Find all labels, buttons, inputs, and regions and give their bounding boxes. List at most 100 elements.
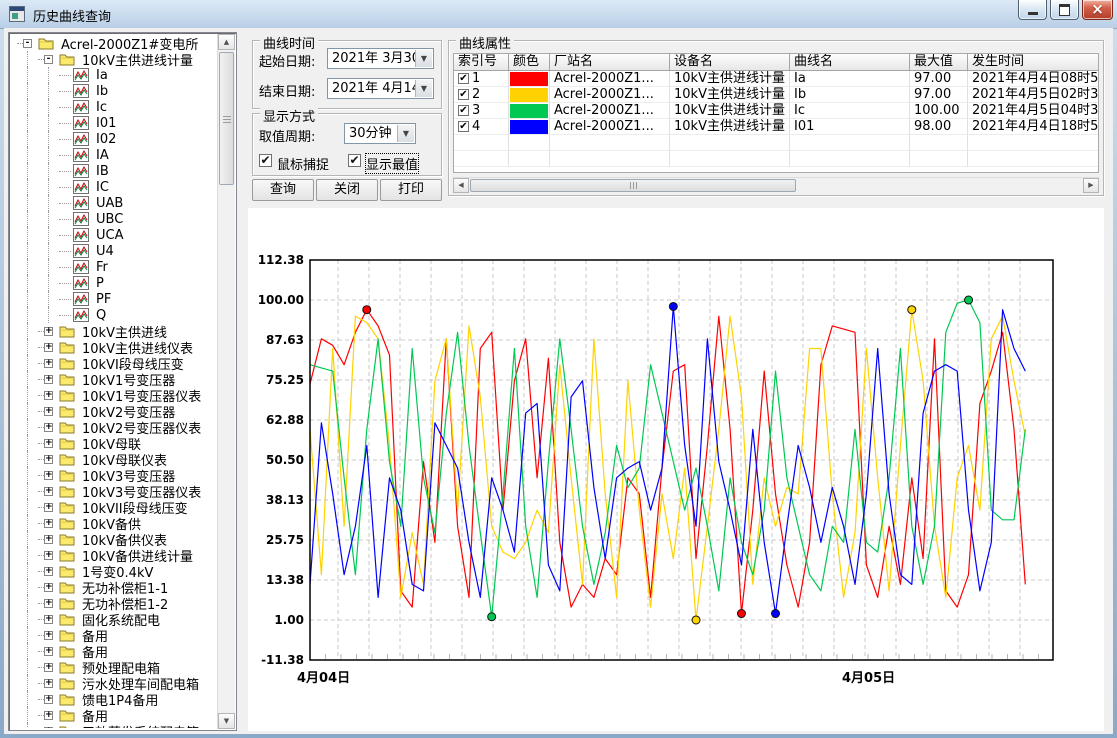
column-header-3[interactable]: 厂站名 — [550, 54, 670, 71]
mouse-capture-checkbox[interactable]: ✔ — [259, 154, 272, 167]
curve-visible-checkbox[interactable]: ✔ — [458, 73, 469, 84]
table-scroll-right-button[interactable]: ▶ — [1083, 178, 1099, 193]
expand-icon[interactable]: + — [44, 471, 53, 480]
expand-icon[interactable]: + — [44, 711, 53, 720]
tree-item-IB[interactable]: IB — [11, 163, 217, 179]
tree-item-IA[interactable]: IA — [11, 147, 217, 163]
tree-expand-toggle[interactable]: + — [38, 675, 59, 691]
column-header-2[interactable]: 颜色 — [509, 54, 550, 71]
column-header-5[interactable]: 曲线名 — [790, 54, 910, 71]
curve-visible-checkbox[interactable]: ✔ — [458, 121, 469, 132]
expand-icon[interactable]: + — [44, 391, 53, 400]
tree-expand-toggle[interactable]: + — [38, 355, 59, 371]
curve-visible-checkbox[interactable]: ✔ — [458, 105, 469, 116]
expand-icon[interactable]: + — [44, 375, 53, 384]
expand-icon[interactable]: + — [44, 567, 53, 576]
window-titlebar[interactable]: 历史曲线查询 × — [0, 0, 1117, 29]
tree-scroll-up-button[interactable]: ▲ — [218, 34, 235, 50]
tree-expand-toggle[interactable]: + — [38, 723, 59, 728]
tree-item-I01[interactable]: I01 — [11, 115, 217, 131]
curve-visible-checkbox[interactable]: ✔ — [458, 89, 469, 100]
tree-expand-toggle[interactable]: + — [38, 547, 59, 563]
period-select[interactable]: 30分钟 ▼ — [344, 123, 416, 144]
tree-expand-toggle[interactable]: + — [38, 627, 59, 643]
tree-expand-toggle[interactable]: + — [38, 595, 59, 611]
expand-icon[interactable]: + — [44, 359, 53, 368]
tree-item-10kV主供进线计量[interactable]: -10kV主供进线计量 — [11, 51, 217, 67]
expand-icon[interactable]: + — [44, 599, 53, 608]
tree-scroll-thumb[interactable] — [219, 52, 234, 185]
curve-row-Ib[interactable]: ✔2Acrel-2000Z1...10kV主供进线计量Ib97.002021年4… — [454, 87, 1098, 103]
expand-icon[interactable]: + — [44, 535, 53, 544]
show-extremes-checkbox[interactable]: ✔ — [348, 154, 361, 167]
print-button[interactable]: 打印 — [380, 179, 442, 201]
curve-table[interactable]: 索引号颜色厂站名设备名曲线名最大值发生时间 ✔1Acrel-2000Z1...1… — [453, 53, 1099, 173]
tree-item-馈电1P4备用[interactable]: +馈电1P4备用 — [11, 691, 217, 707]
expand-icon[interactable]: + — [44, 423, 53, 432]
end-date-select[interactable]: 2021年 4月14 ▼ — [327, 78, 434, 99]
minimize-button[interactable] — [1018, 0, 1047, 20]
tree-item-备用[interactable]: +备用 — [11, 627, 217, 643]
curve-row-I01[interactable]: ✔4Acrel-2000Z1...10kV主供进线计量I0198.002021年… — [454, 119, 1098, 135]
tree-item-Ia[interactable]: Ia — [11, 67, 217, 83]
expand-icon[interactable]: + — [44, 439, 53, 448]
table-scroll-left-button[interactable]: ◀ — [453, 178, 469, 193]
curve-row-Ic[interactable]: ✔3Acrel-2000Z1...10kV主供进线计量Ic100.002021年… — [454, 103, 1098, 119]
table-scroll-thumb[interactable] — [470, 179, 796, 192]
restore-button[interactable] — [1050, 0, 1079, 20]
tree-item-PF[interactable]: PF — [11, 291, 217, 307]
collapse-icon[interactable]: - — [23, 39, 32, 48]
close-button[interactable]: 关闭 — [316, 179, 378, 201]
tree-expand-toggle[interactable]: + — [38, 419, 59, 435]
expand-icon[interactable]: + — [44, 455, 53, 464]
start-date-select[interactable]: 2021年 3月30 ▼ — [327, 48, 434, 69]
tree-expand-toggle[interactable]: + — [38, 323, 59, 339]
table-hscrollbar[interactable]: ◀ ▶ — [453, 177, 1099, 193]
window-close-button[interactable]: × — [1082, 0, 1113, 20]
tree-item-Fr[interactable]: Fr — [11, 259, 217, 275]
history-curve-chart[interactable]: 112.38100.0087.6375.2562.8850.5038.1325.… — [248, 208, 1104, 731]
collapse-icon[interactable]: - — [44, 55, 53, 64]
tree-item-IC[interactable]: IC — [11, 179, 217, 195]
tree-expand-toggle[interactable]: - — [38, 51, 59, 67]
tree-expand-toggle[interactable]: + — [38, 435, 59, 451]
tree-expand-toggle[interactable]: + — [38, 531, 59, 547]
expand-icon[interactable]: + — [44, 615, 53, 624]
expand-icon[interactable]: + — [44, 327, 53, 336]
tree-item-Ib[interactable]: Ib — [11, 83, 217, 99]
tree-expand-toggle[interactable]: + — [38, 659, 59, 675]
tree-expand-toggle[interactable]: + — [38, 611, 59, 627]
tree-expand-toggle[interactable]: + — [38, 643, 59, 659]
tree-expand-toggle[interactable]: + — [38, 563, 59, 579]
expand-icon[interactable]: + — [44, 551, 53, 560]
expand-icon[interactable]: + — [44, 343, 53, 352]
expand-icon[interactable]: + — [44, 487, 53, 496]
tree-expand-toggle[interactable]: + — [38, 499, 59, 515]
tree-expand-toggle[interactable]: + — [38, 483, 59, 499]
tree-expand-toggle[interactable]: + — [38, 339, 59, 355]
column-header-4[interactable]: 设备名 — [670, 54, 790, 71]
tree-expand-toggle[interactable]: + — [38, 579, 59, 595]
expand-icon[interactable]: + — [44, 647, 53, 656]
tree-item-固化系统配电[interactable]: +固化系统配电 — [11, 611, 217, 627]
expand-icon[interactable]: + — [44, 727, 53, 729]
tree-expand-toggle[interactable]: + — [38, 707, 59, 723]
curve-row-Ia[interactable]: ✔1Acrel-2000Z1...10kV主供进线计量Ia97.002021年4… — [454, 71, 1098, 87]
expand-icon[interactable]: + — [44, 519, 53, 528]
tree-expand-toggle[interactable]: + — [38, 403, 59, 419]
expand-icon[interactable]: + — [44, 663, 53, 672]
tree-scroll-down-button[interactable]: ▼ — [218, 713, 235, 729]
tree-item-三效蒸发系统配电箱[interactable]: +三效蒸发系统配电箱 — [11, 723, 217, 728]
tree-expand-toggle[interactable]: - — [17, 35, 38, 51]
expand-icon[interactable]: + — [44, 583, 53, 592]
query-button[interactable]: 查询 — [252, 179, 314, 201]
tree-scrollbar[interactable]: ▲ ▼ — [217, 34, 235, 729]
column-header-7[interactable]: 发生时间 — [968, 54, 1099, 71]
tree-expand-toggle[interactable]: + — [38, 515, 59, 531]
tree-item-I02[interactable]: I02 — [11, 131, 217, 147]
tree-expand-toggle[interactable]: + — [38, 371, 59, 387]
device-tree[interactable]: -Acrel-2000Z1#变电所-10kV主供进线计量IaIbIcI01I02… — [8, 32, 237, 731]
tree-expand-toggle[interactable]: + — [38, 451, 59, 467]
expand-icon[interactable]: + — [44, 407, 53, 416]
chevron-down-icon[interactable]: ▼ — [415, 50, 432, 67]
